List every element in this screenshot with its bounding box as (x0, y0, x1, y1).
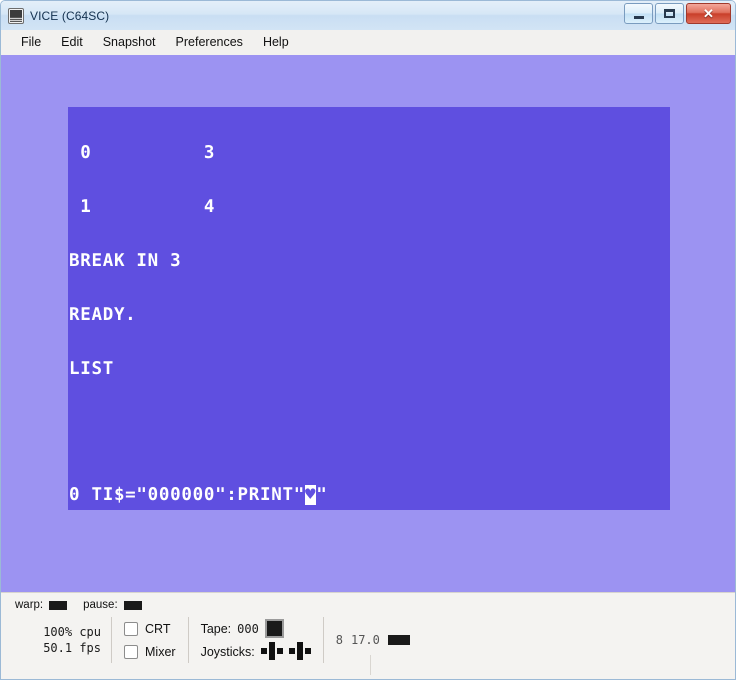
basic-0-part-a: 0 TI$="000000":PRINT" (69, 485, 305, 505)
window-title: VICE (C64SC) (30, 8, 110, 23)
c64-line-blank (69, 414, 670, 432)
joysticks-label: Joysticks: (200, 644, 255, 659)
c64-line-break: BREAK IN 3 (69, 251, 182, 271)
close-button[interactable]: ✕ (686, 3, 731, 24)
status-bar: warp: pause: 100% cpu 50.1 fps CRT Mixer (1, 592, 735, 679)
window-controls: ✕ (624, 3, 731, 24)
mixer-checkbox-row[interactable]: Mixer (124, 640, 176, 663)
menu-bar: File Edit Snapshot Preferences Help (1, 30, 735, 55)
emulator-canvas[interactable]: 0 3 1 4 BREAK IN 3 READY. LIST 0 TI$="00… (1, 55, 735, 592)
joystick-1-icon[interactable] (260, 641, 283, 662)
menu-item-file[interactable]: File (11, 32, 51, 53)
mixer-label: Mixer (145, 644, 176, 659)
joystick-status-row[interactable]: Joysticks: (201, 640, 311, 663)
status-main-row: 100% cpu 50.1 fps CRT Mixer Tape: 000 Jo… (1, 617, 735, 671)
maximize-button[interactable] (655, 3, 684, 24)
vice-app-icon (8, 7, 24, 24)
vice-main-window: VICE (C64SC) ✕ File Edit Snapshot Prefer… (0, 0, 736, 680)
warp-label: warp: (15, 599, 44, 611)
tape-status-row[interactable]: Tape: 000 (201, 617, 311, 640)
crt-label: CRT (145, 621, 171, 636)
basic-0-part-c: " (316, 485, 328, 505)
status-bottom-separator (370, 655, 371, 675)
clr-control-char-icon: ♥ (304, 485, 317, 505)
pause-label: pause: (83, 599, 118, 611)
cpu-percent: 100% cpu (43, 625, 101, 639)
menu-item-preferences[interactable]: Preferences (166, 32, 253, 53)
c64-text-output: 0 3 1 4 BREAK IN 3 READY. LIST 0 TI$="00… (68, 107, 670, 510)
menu-item-snapshot[interactable]: Snapshot (93, 32, 166, 53)
drive-status-cell: 8 17.0 (324, 617, 422, 663)
performance-cell: 100% cpu 50.1 fps (1, 617, 111, 663)
joystick-2-icon[interactable] (288, 641, 311, 662)
status-toggles-row: warp: pause: (15, 599, 142, 611)
menu-item-help[interactable]: Help (253, 32, 299, 53)
warp-led-icon[interactable] (49, 600, 68, 610)
fps-value: 50.1 fps (43, 641, 101, 655)
drive-track: 17.0 (350, 633, 380, 647)
mixer-checkbox[interactable] (124, 644, 138, 659)
c64-line-out0: 0 3 (69, 143, 216, 163)
crt-checkbox[interactable] (124, 621, 138, 636)
title-bar[interactable]: VICE (C64SC) ✕ (1, 1, 735, 30)
drive-number: 8 (335, 633, 343, 647)
c64-line-out1: 1 4 (69, 197, 216, 217)
menu-item-edit[interactable]: Edit (51, 32, 93, 53)
tape-motor-led-icon[interactable] (264, 619, 284, 638)
display-options-cell: CRT Mixer (112, 617, 188, 663)
minimize-icon (633, 15, 644, 19)
maximize-icon (664, 9, 675, 18)
c64-basic-line-0: 0 TI$="000000":PRINT"♥" (69, 485, 670, 505)
c64-screen[interactable]: 0 3 1 4 BREAK IN 3 READY. LIST 0 TI$="00… (68, 107, 670, 510)
tape-counter: 000 (237, 621, 259, 636)
tape-joystick-cell: Tape: 000 Joysticks: (189, 617, 323, 663)
drive-led-icon[interactable] (387, 635, 410, 645)
drive-8-row[interactable]: 8 17.0 (336, 629, 410, 652)
crt-checkbox-row[interactable]: CRT (124, 617, 176, 640)
minimize-button[interactable] (624, 3, 653, 24)
pause-led-icon[interactable] (123, 600, 142, 610)
c64-line-list: LIST (69, 359, 114, 379)
close-icon: ✕ (703, 6, 714, 21)
c64-line-ready: READY. (69, 305, 137, 325)
tape-label: Tape: (200, 621, 232, 636)
